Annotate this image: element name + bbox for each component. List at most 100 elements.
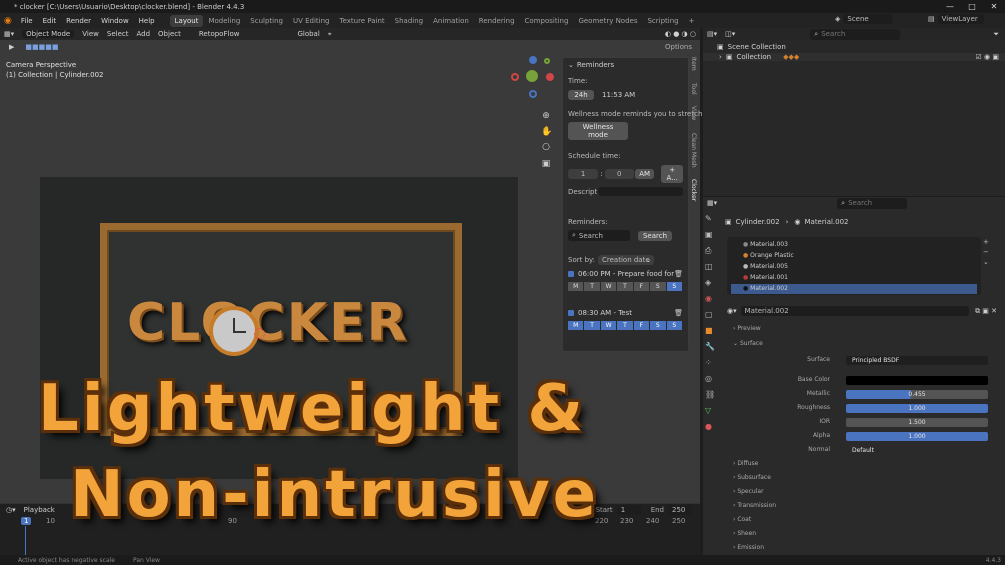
- metallic-slider[interactable]: 0.455: [846, 390, 988, 399]
- menu-edit[interactable]: Edit: [38, 17, 62, 25]
- current-frame-indicator[interactable]: 1: [21, 517, 32, 525]
- remove-slot-icon[interactable]: −: [983, 247, 989, 257]
- material-slot[interactable]: ● Orange Plastic: [731, 251, 977, 261]
- object-tab-icon[interactable]: ■: [705, 323, 717, 339]
- preview-panel-header[interactable]: › Preview: [733, 325, 761, 332]
- lock-icon[interactable]: ▣: [541, 156, 551, 172]
- tab-texture-paint[interactable]: Texture Paint: [335, 15, 390, 27]
- tab-geometry-nodes[interactable]: Geometry Nodes: [573, 15, 642, 27]
- playback-menu[interactable]: Playback: [24, 506, 55, 514]
- tab-scripting[interactable]: Scripting: [642, 15, 683, 27]
- day-toggle-fri[interactable]: F: [633, 321, 650, 330]
- collection-tab-icon[interactable]: ▢: [705, 307, 717, 323]
- day-toggle-sat[interactable]: S: [650, 282, 666, 291]
- tab-layout[interactable]: Layout: [169, 14, 204, 27]
- day-toggle-tue[interactable]: T: [584, 321, 600, 330]
- day-toggle-sun[interactable]: S: [666, 321, 682, 330]
- editor-type-icon[interactable]: ▦▾: [0, 30, 18, 38]
- reminder-checkbox[interactable]: [568, 310, 574, 316]
- end-frame-field[interactable]: 250: [668, 505, 692, 515]
- roughness-slider[interactable]: 1.000: [846, 404, 988, 413]
- base-color-swatch[interactable]: [846, 376, 988, 385]
- subsurface-panel-header[interactable]: › Subsurface: [733, 474, 771, 481]
- menu-window[interactable]: Window: [96, 17, 134, 25]
- pan-hand-icon[interactable]: ✋: [541, 124, 552, 140]
- retopoflow-menu[interactable]: RetopoFlow: [195, 30, 244, 38]
- menu-render[interactable]: Render: [61, 17, 96, 25]
- minimize-button[interactable]: —: [939, 0, 961, 13]
- tab-rendering[interactable]: Rendering: [474, 15, 520, 27]
- menu-help[interactable]: Help: [134, 17, 160, 25]
- scene-tab-icon[interactable]: ◈: [705, 275, 717, 291]
- material-actions-icons[interactable]: ⧉ ▣ ✕: [975, 307, 997, 316]
- day-toggle-mon[interactable]: M: [568, 321, 584, 330]
- format-24h-button[interactable]: 24h: [568, 90, 594, 100]
- scene-selector[interactable]: ◈ Scene: [835, 14, 894, 24]
- tab-shading[interactable]: Shading: [390, 15, 428, 27]
- add-reminder-button[interactable]: + A...: [661, 165, 683, 183]
- options-dropdown[interactable]: Options: [665, 43, 692, 51]
- scene-field[interactable]: Scene: [843, 14, 894, 24]
- menu-file[interactable]: File: [16, 17, 38, 25]
- day-toggle-sun[interactable]: S: [666, 282, 682, 291]
- visibility-icons[interactable]: ☑ ◉ ▣: [976, 53, 999, 61]
- zoom-icon[interactable]: ⊕: [541, 108, 551, 124]
- menu-add[interactable]: Add: [132, 30, 154, 38]
- tool-select-icon[interactable]: ▶: [6, 43, 17, 51]
- selection-mode-icons[interactable]: ■■■■■: [25, 43, 58, 51]
- slot-menu-icon[interactable]: ⌄: [983, 257, 989, 267]
- reminder-search-input[interactable]: ⌕ Search: [568, 230, 630, 241]
- properties-editor-icon[interactable]: ▦▾: [707, 199, 717, 207]
- specular-panel-header[interactable]: › Specular: [733, 488, 764, 495]
- reminders-header[interactable]: ⌄ Reminders: [568, 61, 683, 69]
- outliner-editor-icon[interactable]: ▤▾: [707, 30, 717, 38]
- outliner-search-input[interactable]: ⌕ Search: [810, 28, 901, 40]
- search-button[interactable]: Search: [638, 230, 672, 241]
- viewlayer-selector[interactable]: ▤ ViewLayer: [928, 14, 984, 24]
- material-name-field[interactable]: Material.002: [740, 306, 970, 316]
- coat-panel-header[interactable]: › Coat: [733, 516, 751, 523]
- timeline-editor-icon[interactable]: ◷▾: [6, 506, 16, 514]
- diffuse-panel-header[interactable]: › Diffuse: [733, 460, 758, 467]
- reminder-checkbox[interactable]: [568, 271, 574, 277]
- start-frame-field[interactable]: 1: [616, 505, 641, 515]
- output-tab-icon[interactable]: ⎙: [705, 243, 717, 259]
- minute-field[interactable]: 0: [604, 169, 634, 179]
- day-toggle-mon[interactable]: M: [568, 282, 584, 291]
- day-toggle-wed[interactable]: W: [600, 282, 617, 291]
- filter-icon[interactable]: ⏷: [993, 30, 999, 39]
- alpha-slider[interactable]: 1.000: [846, 432, 988, 441]
- collapse-icon[interactable]: ⌄: [568, 61, 574, 69]
- navigation-gizmo[interactable]: [508, 52, 556, 100]
- menu-view[interactable]: View: [78, 30, 103, 38]
- mode-selector[interactable]: Object Mode: [22, 30, 75, 38]
- day-toggle-sat[interactable]: S: [650, 321, 666, 330]
- tab-clean-mesh[interactable]: Clean Mesh: [690, 133, 697, 168]
- snap-icon[interactable]: ⌖: [324, 30, 336, 39]
- emission-panel-header[interactable]: › Emission: [733, 544, 764, 551]
- outliner-row-scene-collection[interactable]: ▣ Scene Collection: [703, 43, 1005, 51]
- close-button[interactable]: ✕: [983, 0, 1005, 13]
- trash-icon[interactable]: 🗑: [674, 270, 683, 278]
- render-tab-icon[interactable]: ▣: [705, 227, 717, 243]
- material-browse-icon[interactable]: ◉▾: [727, 307, 737, 315]
- day-toggle-fri[interactable]: F: [633, 282, 650, 291]
- surface-panel-header[interactable]: ⌄ Surface: [733, 340, 763, 347]
- tab-item[interactable]: Item: [690, 57, 697, 71]
- tab-clocker[interactable]: Clocker: [690, 179, 697, 201]
- tab-animation[interactable]: Animation: [428, 15, 474, 27]
- expand-icon[interactable]: ›: [719, 53, 722, 61]
- tab-uv-editing[interactable]: UV Editing: [288, 15, 335, 27]
- menu-select[interactable]: Select: [103, 30, 133, 38]
- viewport-shading-icons[interactable]: ◐ ● ◑ ○: [661, 30, 700, 38]
- ampm-toggle[interactable]: AM: [634, 169, 655, 179]
- tab-tool[interactable]: Tool: [690, 83, 697, 95]
- add-slot-icon[interactable]: +: [983, 237, 989, 247]
- material-slot[interactable]: ● Material.005: [731, 262, 977, 272]
- day-toggle-wed[interactable]: W: [600, 321, 617, 330]
- tool-tab-icon[interactable]: ✎: [705, 211, 717, 227]
- normal-field[interactable]: Default: [846, 446, 988, 455]
- material-slot[interactable]: ● Material.003: [731, 240, 977, 250]
- viewlayer-field[interactable]: ViewLayer: [937, 14, 984, 24]
- world-tab-icon[interactable]: ◉: [705, 291, 717, 307]
